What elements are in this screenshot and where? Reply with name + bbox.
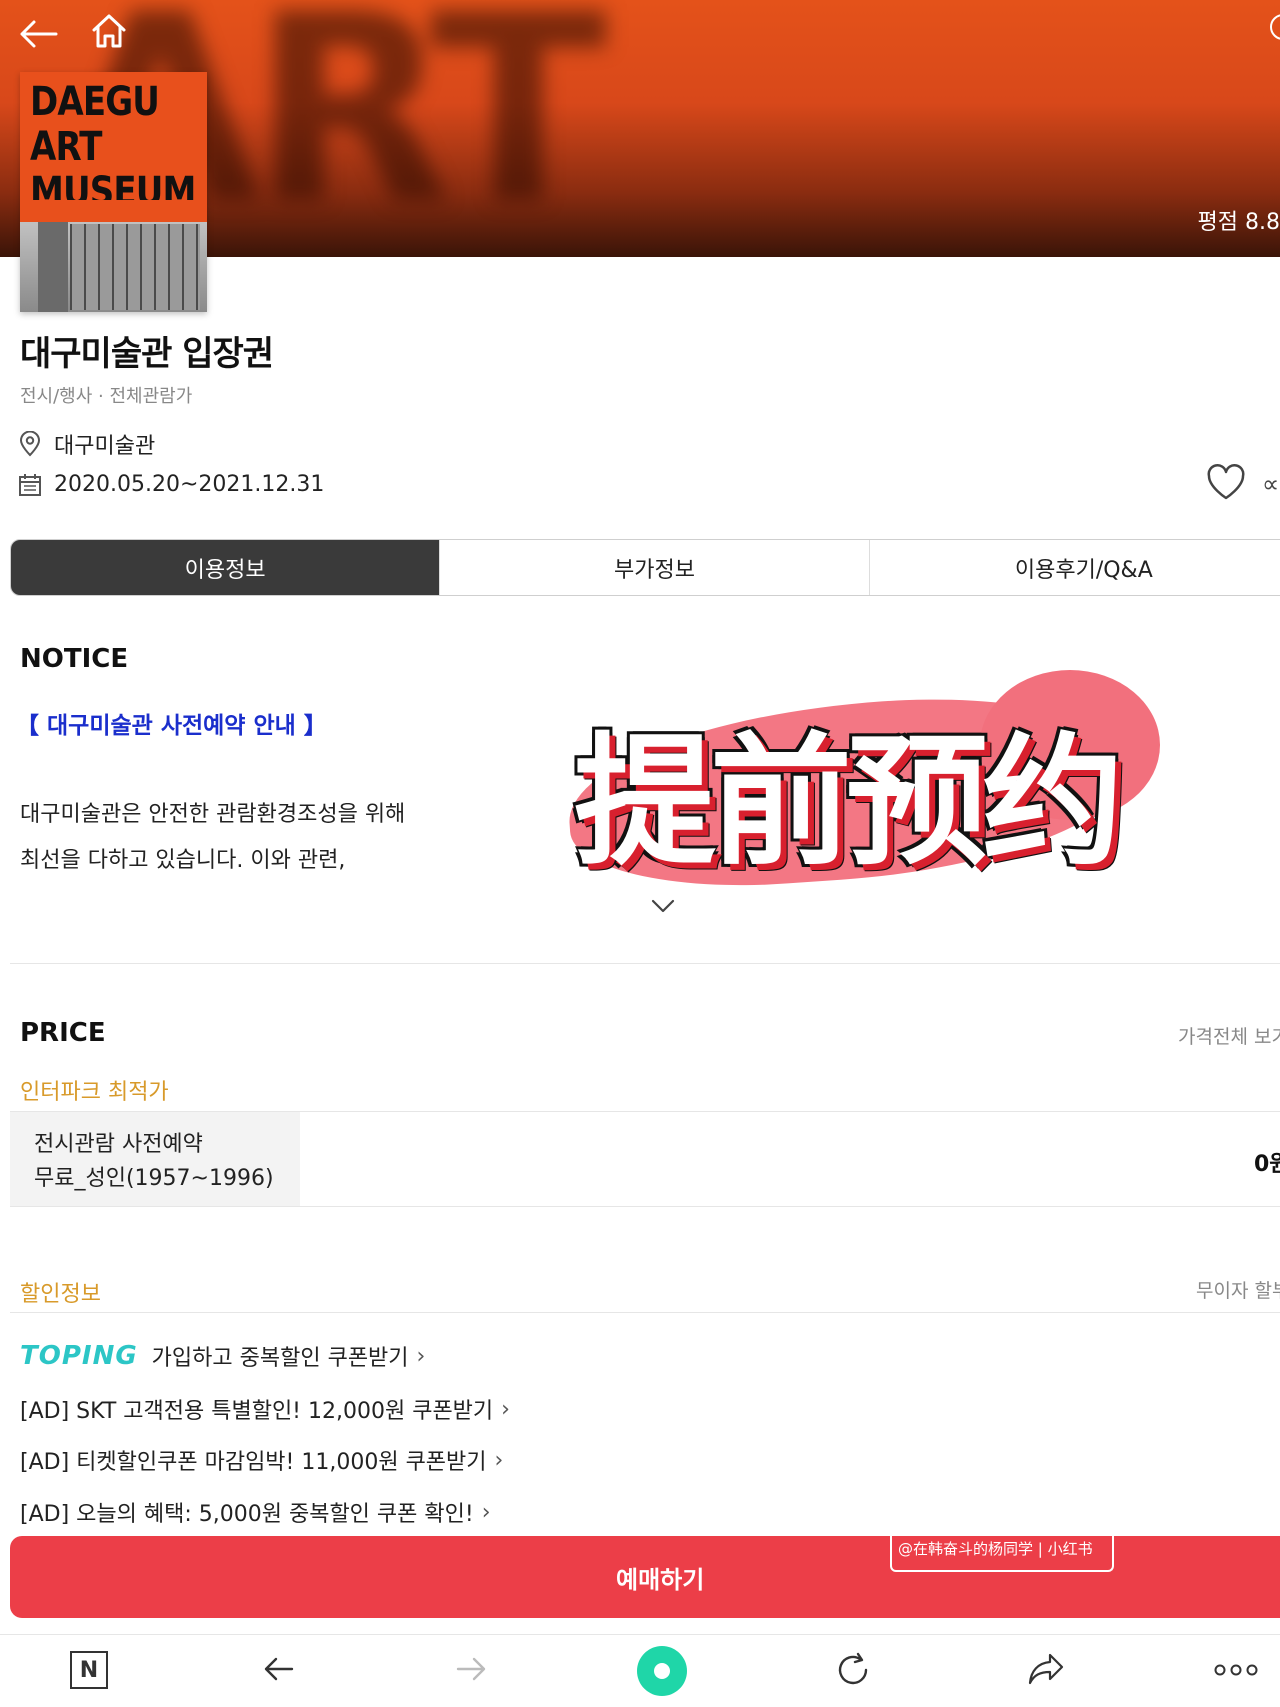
chevron-right-icon: ›	[481, 1499, 491, 1525]
chevron-down-icon[interactable]	[650, 898, 676, 914]
naver-n-icon[interactable]: N	[70, 1651, 108, 1689]
watermark-text: @在韩奋斗的杨同学 | 小红书	[898, 1540, 1093, 1558]
discount-divider	[10, 1312, 1280, 1313]
installment-link[interactable]: 무이자 할부	[1196, 1276, 1280, 1303]
tab-reviews-qa[interactable]: 이용후기/Q&A	[869, 540, 1280, 595]
date-row: 2020.05.20~2021.12.31	[18, 472, 324, 497]
venue-row[interactable]: 대구미술관	[18, 428, 155, 460]
event-title: 대구미술관 입장권	[20, 334, 274, 374]
home-icon[interactable]	[88, 10, 130, 52]
venue-name: 대구미술관	[54, 434, 156, 459]
price-heading: PRICE	[20, 1018, 106, 1048]
naver-n-label: N	[79, 1657, 99, 1683]
notice-sticker-text: 提前预约	[574, 720, 1124, 885]
refresh-icon[interactable]	[834, 1651, 872, 1689]
poster-title: DAEGU ART MUSEUM	[30, 79, 196, 215]
promo-text: [AD] SKT 고객전용 특별할인! 12,000원 쿠폰받기	[20, 1399, 494, 1424]
event-poster: DAEGU ART MUSEUM	[20, 72, 207, 312]
rating-text: 평점 8.8	[1197, 210, 1280, 235]
price-row-label: 전시관람 사전예약 무료_성인(1957~1996)	[10, 1112, 300, 1206]
promo-text: [AD] 오늘의 혜택: 5,000원 중복할인 쿠폰 확인!	[20, 1502, 474, 1527]
back-arrow-icon[interactable]	[16, 14, 60, 54]
notice-link[interactable]: 【 대구미술관 사전예약 안내 】	[16, 706, 327, 740]
promo-text: 가입하고 중복할인 쿠폰받기	[151, 1346, 409, 1371]
calendar-icon	[19, 473, 41, 496]
detail-tabs: 이용정보 부가정보 이용후기/Q&A	[10, 539, 1280, 596]
green-dot-home-icon[interactable]	[636, 1645, 688, 1697]
info-circle-icon[interactable]	[1270, 14, 1280, 40]
section-divider	[10, 963, 1280, 964]
promo-text: [AD] 티켓할인쿠폰 마감임박! 11,000원 쿠폰받기	[20, 1450, 487, 1475]
poster-title-line: DAEGU	[30, 79, 160, 125]
lowest-price-label: 인터파크 최적가	[20, 1080, 169, 1105]
promo-item[interactable]: [AD] SKT 고객전용 특별할인! 12,000원 쿠폰받기 ›	[20, 1393, 510, 1425]
browser-bottom-bar: N	[0, 1634, 1280, 1707]
location-pin-icon	[19, 431, 41, 457]
poster-building-image	[20, 200, 207, 312]
event-period: 2020.05.20~2021.12.31	[54, 472, 325, 497]
price-label-line: 전시관람 사전예약	[34, 1132, 203, 1157]
promo-item[interactable]: [AD] 오늘의 혜택: 5,000원 중복할인 쿠폰 확인! ›	[20, 1496, 491, 1528]
price-row-value: 0원	[1254, 1152, 1280, 1177]
chevron-right-icon: ›	[501, 1396, 510, 1422]
more-options-icon[interactable]	[1214, 1663, 1258, 1677]
notice-sticker-image: 提前预约	[560, 664, 1180, 904]
chevron-right-icon: ›	[416, 1343, 426, 1369]
tab-extra-info[interactable]: 부가정보	[440, 540, 870, 595]
event-category: 전시/행사 · 전체관람가	[20, 386, 193, 407]
toping-logo: TOPING	[20, 1341, 138, 1371]
notice-line: 최선을 다하고 있습니다. 이와 관련,	[20, 848, 346, 873]
book-button-label: 예매하기	[616, 1566, 705, 1594]
price-view-all-link[interactable]: 가격전체 보기	[1178, 1022, 1280, 1049]
promo-item[interactable]: [AD] 티켓할인쿠폰 마감임박! 11,000원 쿠폰받기 ›	[20, 1444, 503, 1476]
chevron-right-icon: ›	[494, 1447, 504, 1473]
share-icon[interactable]: ∝	[1262, 470, 1279, 498]
tab-usage-info[interactable]: 이용정보	[11, 540, 441, 595]
browser-forward-icon[interactable]	[454, 1651, 488, 1687]
price-label-line: 무료_성인(1957~1996)	[34, 1166, 274, 1191]
notice-line: 대구미술관은 안전한 관람환경조성을 위해	[20, 802, 406, 827]
browser-back-icon[interactable]	[262, 1651, 296, 1687]
heart-icon[interactable]	[1206, 464, 1246, 502]
notice-heading: NOTICE	[20, 644, 129, 674]
promo-item[interactable]: TOPING 가입하고 중복할인 쿠폰받기 ›	[20, 1340, 425, 1372]
price-row: 전시관람 사전예약 무료_성인(1957~1996) 0원	[10, 1111, 1280, 1207]
notice-text: 대구미술관은 안전한 관람환경조성을 위해 최선을 다하고 있습니다. 이와 관…	[20, 792, 540, 884]
share-arrow-icon[interactable]	[1026, 1651, 1066, 1687]
discount-heading: 할인정보	[20, 1282, 101, 1307]
poster-title-line: ART	[30, 124, 102, 170]
